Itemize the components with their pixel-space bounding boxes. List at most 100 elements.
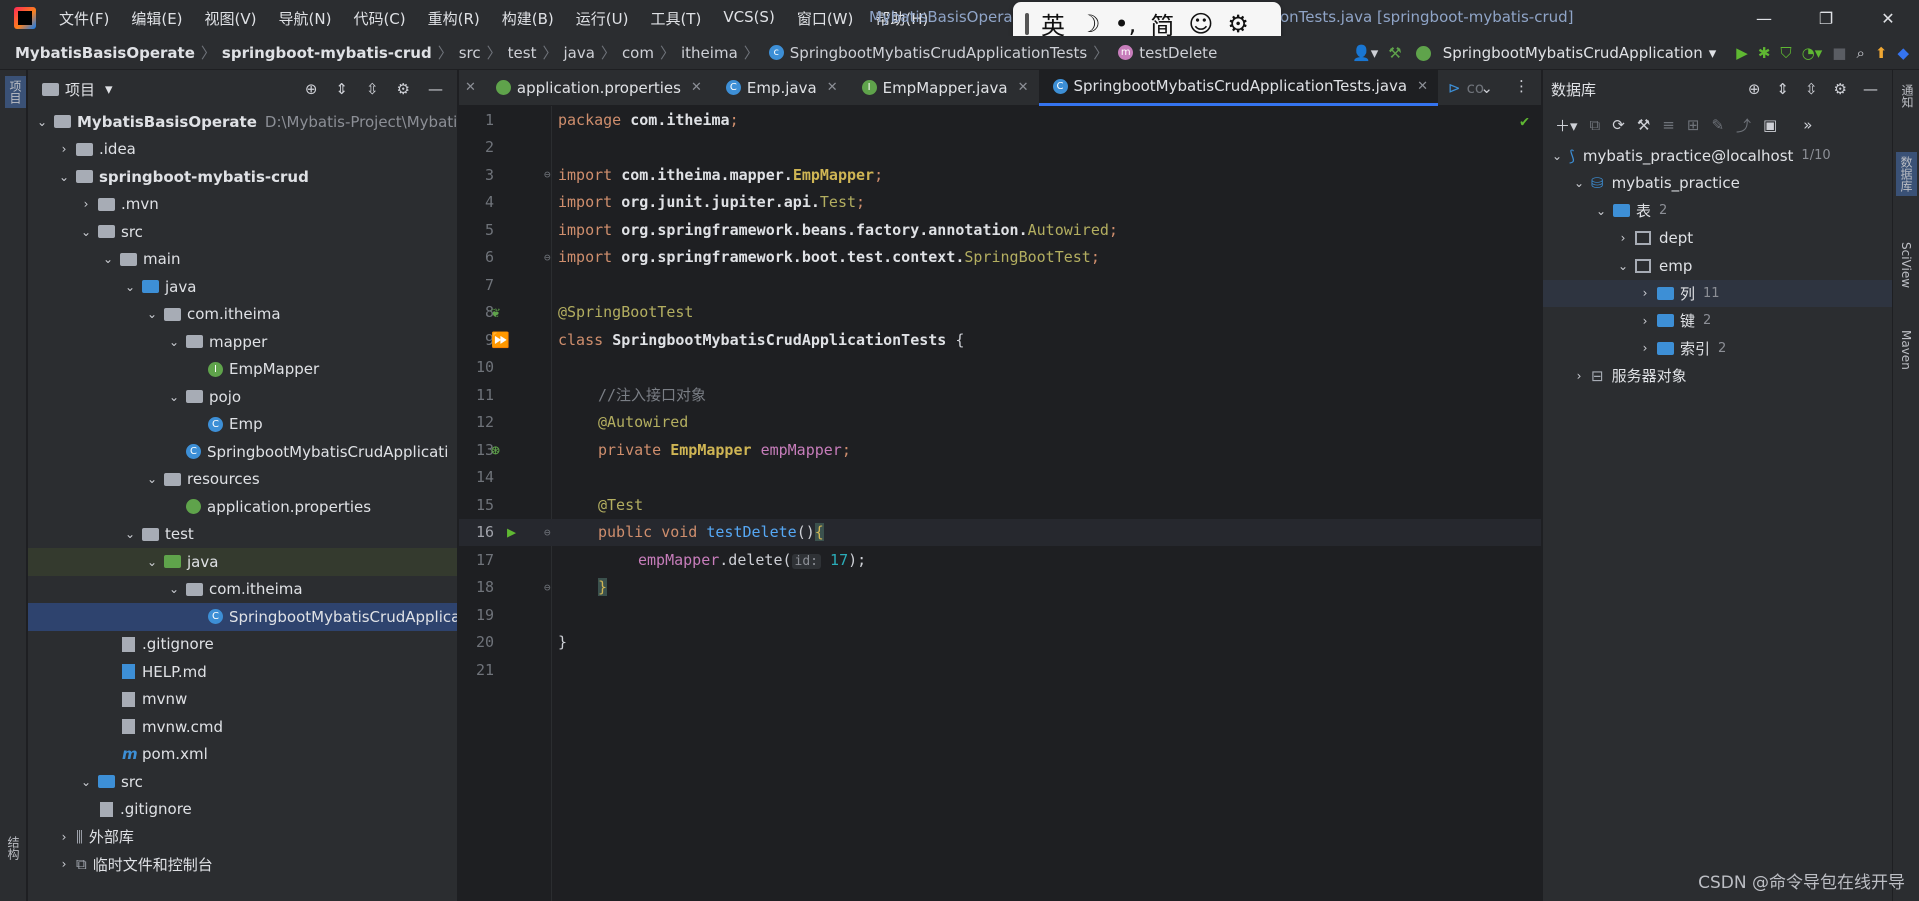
ime-emoji-icon[interactable]: ☺	[1188, 10, 1213, 38]
tree-item-root-gitignore[interactable]: .gitignore	[28, 796, 457, 824]
menu-code[interactable]: 代码(C)	[342, 8, 416, 29]
fold-icon[interactable]: ⊖	[544, 251, 551, 264]
breadcrumb-method[interactable]: testDelete	[1139, 44, 1217, 62]
maven-tool-tab[interactable]: Maven	[1899, 330, 1913, 370]
chevron-down-icon[interactable]: ⌄	[34, 115, 50, 129]
spring-bean-gutter-icon[interactable]: ❦	[491, 303, 500, 321]
breadcrumb-test[interactable]: test	[508, 44, 537, 62]
close-icon[interactable]: ✕	[1417, 79, 1428, 94]
run-tests-gutter-icon[interactable]: ⏩	[491, 331, 510, 349]
tree-item-mvn[interactable]: › .mvn	[28, 191, 457, 219]
chevron-down-icon[interactable]: ⌄	[1549, 149, 1565, 163]
database-tool-tab[interactable]: 数据库	[1896, 152, 1917, 196]
tab-empmapper-java[interactable]: I EmpMapper.java ✕	[848, 70, 1039, 106]
hide-icon[interactable]: —	[428, 80, 443, 98]
chevron-right-icon[interactable]: ›	[56, 830, 72, 844]
autowired-gutter-icon[interactable]: ⊛	[491, 441, 500, 459]
db-item-server-objects[interactable]: › ⊟ 服务器对象	[1543, 362, 1892, 390]
structure-tool-tab[interactable]: 结构	[5, 836, 22, 860]
hide-icon[interactable]: —	[1863, 80, 1878, 98]
db-item-dept[interactable]: › dept	[1543, 225, 1892, 253]
chevron-down-icon[interactable]: ⌄	[56, 170, 72, 184]
update-icon[interactable]: ⬆	[1875, 44, 1888, 62]
stack-icon[interactable]: ≡	[1662, 116, 1675, 134]
add-icon[interactable]: ＋▾	[1555, 115, 1578, 136]
chevron-down-icon[interactable]: ⌄	[144, 472, 160, 486]
refresh-icon[interactable]: ⟳	[1612, 116, 1625, 134]
close-icon[interactable]: ✕	[827, 80, 838, 95]
breadcrumb-project[interactable]: MybatisBasisOperate	[15, 44, 195, 62]
chevron-down-icon[interactable]: ⌄	[1615, 259, 1631, 273]
tree-item-emp[interactable]: C Emp	[28, 411, 457, 439]
table-view-icon[interactable]: ⊞	[1687, 116, 1700, 134]
chevron-right-icon[interactable]: ›	[78, 197, 94, 211]
menu-window[interactable]: 窗口(W)	[786, 8, 865, 29]
coverage-icon[interactable]: ⛉	[1780, 44, 1791, 62]
project-panel-title[interactable]: 项目	[65, 79, 95, 100]
chevron-down-icon[interactable]: ⌄	[1571, 176, 1587, 190]
close-icon[interactable]: ✕	[1018, 80, 1029, 95]
run-icon[interactable]: ▶	[1736, 44, 1748, 62]
close-icon[interactable]: ✕	[1857, 0, 1919, 36]
db-item-schema[interactable]: ⌄ ⛁ mybatis_practice	[1543, 170, 1892, 198]
ime-settings-icon[interactable]: ⚙	[1227, 10, 1249, 38]
tree-item-test-class[interactable]: C SpringbootMybatisCrudApplicati	[28, 603, 457, 631]
chevron-down-icon[interactable]: ▾	[105, 80, 113, 98]
menu-refactor[interactable]: 重构(R)	[417, 8, 491, 29]
tree-item-main-java[interactable]: ⌄ java	[28, 273, 457, 301]
db-item-columns[interactable]: › 列 11	[1543, 279, 1892, 307]
tree-item-pom[interactable]: m pom.xml	[28, 741, 457, 769]
db-item-indexes[interactable]: › 索引 2	[1543, 335, 1892, 363]
tab-list-chevron-icon[interactable]: ⌄	[1480, 79, 1493, 97]
tree-item-application-properties[interactable]: application.properties	[28, 493, 457, 521]
menu-vcs[interactable]: VCS(S)	[712, 8, 785, 29]
close-icon[interactable]: ✕	[691, 80, 702, 95]
search-icon[interactable]: ⌕	[1856, 44, 1864, 62]
more-icon[interactable]: »	[1803, 116, 1812, 134]
chevron-down-icon[interactable]: ⌄	[122, 527, 138, 541]
tree-item-mapper[interactable]: ⌄ mapper	[28, 328, 457, 356]
chevron-right-icon[interactable]: ›	[56, 857, 72, 871]
chevron-right-icon[interactable]: ›	[56, 142, 72, 156]
gear-icon[interactable]: ⚙	[397, 80, 410, 98]
tree-item-module[interactable]: ⌄ springboot-mybatis-crud	[28, 163, 457, 191]
ime-punctuation-toggle[interactable]: •,	[1115, 10, 1137, 38]
fold-icon[interactable]: ⊖	[544, 581, 551, 594]
menu-file[interactable]: 文件(F)	[48, 8, 120, 29]
query-console-icon[interactable]: ▣	[1763, 116, 1777, 134]
expand-all-icon[interactable]: ⇕	[1776, 80, 1789, 98]
db-item-datasource[interactable]: ⌄ ⟆ mybatis_practice@localhost 1/10	[1543, 142, 1892, 170]
restore-icon[interactable]: ❐	[1795, 0, 1857, 36]
plugin-logo-icon[interactable]: ◆	[1897, 44, 1909, 62]
collapse-all-icon[interactable]: ⇳	[366, 80, 379, 98]
tree-item-test[interactable]: ⌄ test	[28, 521, 457, 549]
chevron-down-icon[interactable]: ⌄	[122, 280, 138, 294]
database-panel-title[interactable]: 数据库	[1551, 79, 1596, 100]
menu-tools[interactable]: 工具(T)	[639, 8, 712, 29]
tree-item-package[interactable]: ⌄ com.itheima	[28, 301, 457, 329]
close-icon[interactable]: ✕	[459, 70, 482, 106]
project-tool-tab[interactable]: 项目	[5, 76, 26, 108]
ime-moon-icon[interactable]: ☽	[1079, 10, 1101, 38]
tree-item-application-class[interactable]: C SpringbootMybatisCrudApplicati	[28, 438, 457, 466]
menu-view[interactable]: 视图(V)	[194, 8, 268, 29]
tree-item-mvnw[interactable]: mvnw	[28, 686, 457, 714]
tab-application-tests[interactable]: C SpringbootMybatisCrudApplicationTests.j…	[1038, 69, 1439, 106]
locate-icon[interactable]: ⊕	[305, 80, 318, 98]
gear-icon[interactable]: ⚙	[1834, 80, 1847, 98]
tree-item-resources[interactable]: ⌄ resources	[28, 466, 457, 494]
notifications-tool-tab[interactable]: 通知	[1899, 84, 1916, 108]
chevron-down-icon[interactable]: ⌄	[166, 335, 182, 349]
tree-item-gitignore[interactable]: .gitignore	[28, 631, 457, 659]
breadcrumb-src[interactable]: src	[459, 44, 481, 62]
breadcrumb-java[interactable]: java	[563, 44, 594, 62]
tree-item-src[interactable]: ⌄ src	[28, 218, 457, 246]
menu-navigate[interactable]: 导航(N)	[268, 8, 343, 29]
jump-icon[interactable]: ⤴	[1736, 115, 1751, 136]
tree-item-project-root[interactable]: ⌄ MybatisBasisOperate D:\Mybatis-Project\M…	[28, 108, 457, 136]
tree-item-idea[interactable]: › .idea	[28, 136, 457, 164]
chevron-right-icon[interactable]: ›	[1637, 314, 1653, 328]
tree-item-pojo[interactable]: ⌄ pojo	[28, 383, 457, 411]
chevron-right-icon[interactable]: ›	[1571, 369, 1587, 383]
chevron-right-icon[interactable]: ›	[1637, 286, 1653, 300]
